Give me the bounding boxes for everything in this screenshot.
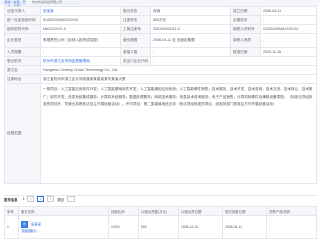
field-value: 500万元	[150, 15, 231, 25]
field-label: 营业期限	[120, 33, 151, 48]
field-value: Hangzhou Century Crown Technology Co., L…	[40, 65, 317, 75]
shareholder-table: 序号 股东名称 持股比例 认缴出资额(万元) 认缴出资日期 首次持股日期 关联产…	[4, 206, 317, 239]
field-value: 330100000111-5	[150, 24, 231, 34]
section-title: 股东信息	[4, 197, 18, 202]
field-label: 企业类型	[4, 33, 41, 48]
info-row: 登记机关 杭州市滨江区市场监督管理局 进出口企业代码 -	[4, 56, 317, 66]
next-page-button[interactable]: ›	[47, 196, 55, 202]
info-row: 人员规模 - 参保人数 - 核准日期 2020-11-16	[4, 47, 317, 57]
business-scope-text: 一般项目：人工智能应用软件开发；人工智能基础软件开发；人工智能通用应用系统；人工…	[40, 83, 317, 184]
header-cell: 持股比例	[108, 206, 139, 216]
info-row: 法定代表人 张某某 登记状态 存续 成立日期 2006-04-11	[4, 6, 317, 16]
field-label: 英文名	[4, 65, 41, 75]
header-cell: 认缴出资额(万元)	[138, 206, 179, 216]
field-value: MA2XXXXX-X	[40, 24, 121, 34]
shareholder-name-link[interactable]: 张某某	[31, 222, 41, 226]
header-cell: 股东名称	[18, 206, 109, 216]
field-label: 纳税人资质	[230, 33, 261, 48]
field-label: 经营范围	[4, 83, 41, 184]
field-value: -	[260, 33, 317, 48]
field-value: 存续	[150, 6, 231, 16]
controller-tag: 实际控制人	[21, 229, 37, 233]
field-value[interactable]: 张某某	[40, 6, 121, 16]
field-label: 纳税人识别号	[230, 24, 261, 34]
field-value: -	[260, 15, 317, 25]
field-label: 工商注册号	[120, 24, 151, 34]
info-row: 统一社会信用代码 91330100MA2XXXXX 注册资本 500万元 实缴资本 -	[4, 15, 317, 25]
field-label: 注册地址	[4, 74, 41, 84]
table-cell: 2006-04-11	[222, 215, 267, 239]
field-value: 2020-11-16	[260, 47, 317, 57]
field-label: 登记机关	[4, 56, 41, 66]
table-header-row: 序号 股东名称 持股比例 认缴出资额(万元) 认缴出资日期 首次持股日期 关联产…	[4, 206, 317, 216]
field-value: 浙江省杭州市滨江区长河街道某某路某某号某某大厦	[40, 74, 317, 84]
field-value: -	[150, 47, 231, 57]
page-1-button[interactable]: 1	[37, 196, 45, 202]
info-row: 组织机构代码 MA2XXXXX-X 工商注册号 330100000111-5 纳税人识别…	[4, 24, 317, 34]
business-scope-row: 经营范围 一般项目：人工智能应用软件开发；人工智能基础软件开发；人工智能通用应用系…	[4, 83, 317, 184]
field-value: -	[40, 47, 121, 57]
company-info-table: 法定代表人 张某某 登记状态 存续 成立日期 2006-04-11 统一社会信用代码 9133…	[4, 6, 317, 184]
status-badge: 存续（在营、开业、在册）	[3, 0, 27, 8]
field-label: 核准日期	[230, 47, 261, 57]
table-cell: -	[266, 215, 317, 239]
field-value: 91330100MA2XXXXX	[40, 15, 121, 25]
header-cell: 关联产品/机构	[266, 206, 317, 216]
table-cell: 2036-12-31	[178, 215, 223, 239]
count-badge: 1	[22, 197, 25, 201]
field-label: 统一社会信用代码	[4, 15, 41, 25]
info-row: 注册地址 浙江省杭州市滨江区长河街道某某路某某号某某大厦	[4, 74, 317, 84]
company-tag[interactable]: 杭州市某科技有限公司	[30, 0, 80, 5]
field-label: 参保人数	[120, 47, 151, 57]
field-value: 2006-04-11	[260, 6, 317, 16]
table-row: 1 张 张某某 实际控制人 100% 500 2036-12-31 2006-0…	[4, 215, 317, 239]
field-value[interactable]: 杭州市滨江区市场监督管理局	[40, 56, 121, 66]
table-cell: 500	[138, 215, 179, 239]
field-value: 有限责任公司（自然人投资或控股）	[40, 33, 121, 48]
info-row: 英文名 Hangzhou Century Crown Technology Co.…	[4, 65, 317, 75]
field-label: 法定代表人	[4, 6, 41, 16]
field-value: 2006-04-11 至 无固定期限	[150, 33, 231, 48]
jump-label: 跳至	[57, 197, 65, 202]
prev-page-button[interactable]: ‹	[27, 196, 35, 202]
field-label: 成立日期	[230, 6, 261, 16]
shareholder-header: 股东信息 1 ‹ 1 › 跳至	[4, 196, 316, 202]
header-cell: 序号	[4, 206, 19, 216]
field-label: 人员规模	[4, 47, 41, 57]
field-label: 登记状态	[120, 6, 151, 16]
field-label: 进出口企业代码	[120, 56, 151, 66]
page-jump-input[interactable]	[67, 196, 76, 202]
table-cell: 100%	[108, 215, 139, 239]
table-cell: 1	[4, 215, 19, 239]
info-row: 企业类型 有限责任公司（自然人投资或控股） 营业期限 2006-04-11 至 无固定…	[4, 33, 317, 48]
field-label: 组织机构代码	[4, 24, 41, 34]
header-cell: 认缴出资日期	[178, 206, 223, 216]
header-cell: 首次持股日期	[222, 206, 267, 216]
shareholder-cell[interactable]: 张 张某某 实际控制人	[18, 215, 109, 239]
field-value: 91330100MA2XXXXX	[260, 24, 317, 34]
field-label: 实缴资本	[230, 15, 261, 25]
avatar: 张	[21, 221, 28, 228]
field-value: -	[150, 56, 317, 66]
field-label: 注册资本	[120, 15, 151, 25]
